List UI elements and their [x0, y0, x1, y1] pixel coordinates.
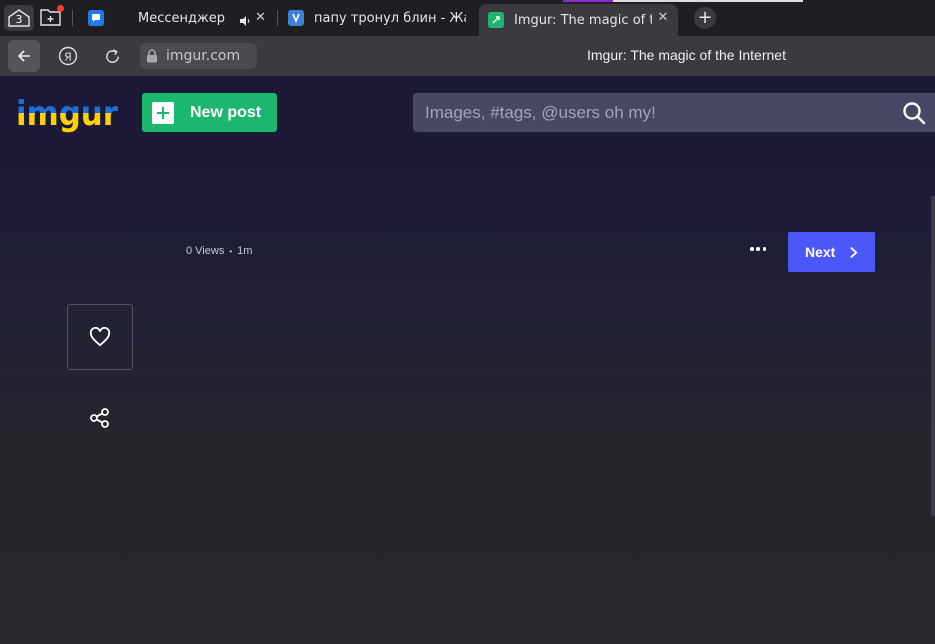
next-label: Next — [805, 244, 836, 260]
url-text: imgur.com — [166, 48, 241, 64]
speaker-icon[interactable] — [239, 12, 251, 26]
dot — [762, 247, 766, 251]
messenger-icon — [88, 10, 104, 26]
imgur-logo-icon: imgur imgur — [16, 94, 118, 134]
post-age: 1m — [237, 245, 253, 257]
tab-complaint[interactable]: папу тронул блин - Жалоба — [288, 4, 468, 32]
svg-text:Я: Я — [64, 51, 72, 64]
reload-icon — [105, 48, 119, 63]
page-title: Imgur: The magic of the Internet — [587, 47, 786, 63]
tab-imgur-active[interactable]: Imgur: The magic of the Internet ✕ — [479, 4, 678, 36]
more-options-button[interactable] — [747, 242, 769, 256]
view-count: 0 Views — [186, 245, 225, 257]
heart-icon — [89, 327, 111, 347]
post-meta: 0 Views • 1m — [186, 245, 252, 257]
dot — [750, 247, 754, 251]
dot — [756, 247, 760, 251]
search-bar — [413, 93, 935, 132]
browser-tab-bar: 3 Мессенджер ✕ папу тронул блин - Жалоба… — [0, 0, 935, 36]
meta-bullet: • — [229, 246, 233, 256]
tab-separator — [277, 10, 278, 26]
imgur-favicon-icon — [488, 12, 504, 28]
scrollbar-track[interactable] — [931, 196, 935, 516]
tab-counter-button[interactable]: 3 — [4, 5, 34, 31]
search-input[interactable] — [413, 102, 883, 123]
tab-separator — [72, 10, 73, 26]
close-tab-icon[interactable]: ✕ — [656, 11, 670, 25]
next-post-button[interactable]: Next — [788, 232, 875, 272]
address-bar: Я imgur.com Imgur: The magic of the Inte… — [0, 36, 935, 76]
notification-dot — [57, 5, 64, 12]
new-tab-group-button[interactable] — [40, 5, 64, 27]
lock-icon — [147, 49, 157, 63]
new-post-label: New post — [190, 103, 262, 121]
tab-accent-line — [563, 0, 613, 2]
share-icon — [90, 408, 109, 428]
plus-square-icon — [152, 101, 174, 124]
chevron-right-icon — [850, 246, 858, 258]
arrow-left-icon — [17, 50, 30, 62]
close-tab-icon[interactable]: ✕ — [255, 10, 266, 25]
url-field[interactable]: imgur.com — [140, 43, 257, 69]
new-tab-button[interactable]: + — [694, 7, 716, 29]
back-button[interactable] — [8, 40, 40, 72]
tab-count: 3 — [15, 13, 23, 26]
search-icon[interactable] — [902, 101, 926, 125]
tab-title: папу тронул блин - Жалоба — [314, 10, 466, 26]
imgur-logo[interactable]: imgur imgur — [16, 94, 120, 134]
reload-button[interactable] — [96, 40, 128, 72]
tab-title: Мессенджер — [138, 10, 225, 26]
imgur-page: imgur imgur New post 0 Views • 1m Next — [0, 76, 935, 644]
yandex-icon: Я — [58, 46, 78, 66]
tab-title: Imgur: The magic of the Internet — [514, 12, 652, 28]
yandex-button[interactable]: Я — [52, 40, 84, 72]
site-favicon-icon — [288, 10, 304, 26]
tab-accent-line-2 — [613, 0, 803, 2]
plus-icon: + — [697, 7, 713, 28]
favorite-button[interactable] — [67, 304, 133, 370]
new-post-button[interactable]: New post — [142, 93, 277, 132]
tab-messenger[interactable]: Мессенджер — [88, 4, 228, 32]
share-button[interactable] — [89, 407, 111, 429]
